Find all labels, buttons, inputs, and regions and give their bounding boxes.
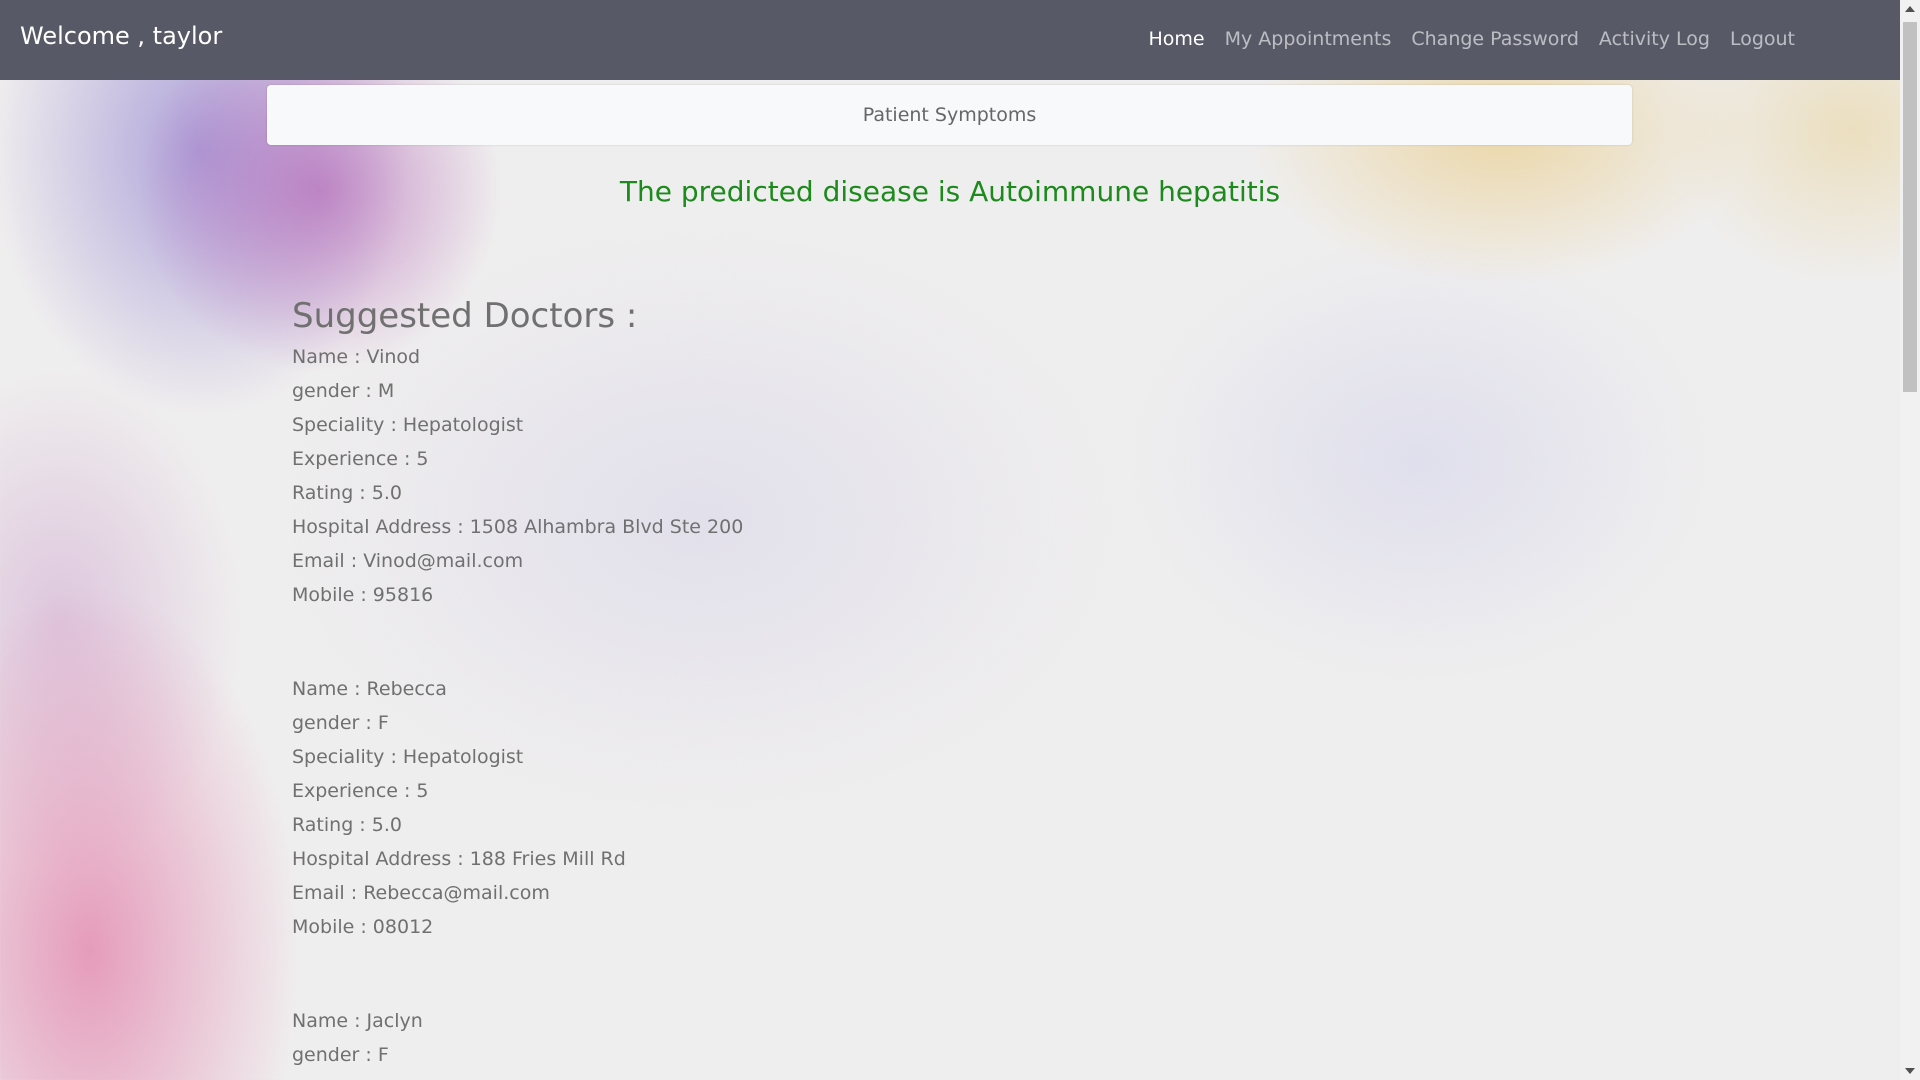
predicted-disease-text: The predicted disease is Autoimmune hepa… [619,175,1281,208]
doctor-hospital-address: Hospital Address : 1508 Alhambra Blvd St… [292,516,744,538]
scroll-thumb[interactable] [1903,22,1917,392]
scroll-up-arrow-icon[interactable] [1905,6,1915,12]
suggested-doctors-section: Suggested Doctors : Name : Vinod gender … [292,296,743,1080]
doctor-gender: gender : F [292,712,389,734]
doctor-gender: gender : F [292,1044,389,1066]
doctor-experience: Experience : 5 [292,780,429,802]
doctor-rating: Rating : 5.0 [292,482,402,504]
nav-home-link[interactable]: Home [1148,28,1204,50]
nav-activity-log-link[interactable]: Activity Log [1599,28,1710,50]
doctor-card: Name : Rebecca gender : F Speciality : H… [292,672,743,944]
welcome-text: Welcome , taylor [20,22,223,50]
doctor-email: Email : Vinod@mail.com [292,550,524,572]
doctor-card: Name : Jaclyn gender : F [292,1004,743,1072]
nav-change-password-link[interactable]: Change Password [1411,28,1579,50]
doctor-gender: gender : M [292,380,395,402]
doctor-rating: Rating : 5.0 [292,814,402,836]
doctor-mobile: Mobile : 95816 [292,584,434,606]
doctor-mobile: Mobile : 08012 [292,916,434,938]
doctor-experience: Experience : 5 [292,448,429,470]
doctor-speciality: Speciality : Hepatologist [292,414,524,436]
doctor-name: Name : Vinod [292,346,421,368]
nav-my-appointments-link[interactable]: My Appointments [1225,28,1392,50]
top-navbar: Welcome , taylor Home My Appointments Ch… [0,0,1900,80]
patient-symptoms-button[interactable]: Patient Symptoms [267,85,1632,145]
nav-links: Home My Appointments Change Password Act… [1148,28,1795,50]
doctor-hospital-address: Hospital Address : 188 Fries Mill Rd [292,848,626,870]
nav-logout-link[interactable]: Logout [1730,28,1795,50]
doctor-name: Name : Rebecca [292,678,447,700]
doctor-name: Name : Jaclyn [292,1010,423,1032]
doctor-email: Email : Rebecca@mail.com [292,882,550,904]
doctor-card: Name : Vinod gender : M Speciality : Hep… [292,340,743,612]
doctor-speciality: Speciality : Hepatologist [292,746,524,768]
page-scrollbar[interactable] [1900,0,1920,1080]
scroll-down-arrow-icon[interactable] [1905,1068,1915,1074]
suggested-doctors-heading: Suggested Doctors : [292,296,638,336]
